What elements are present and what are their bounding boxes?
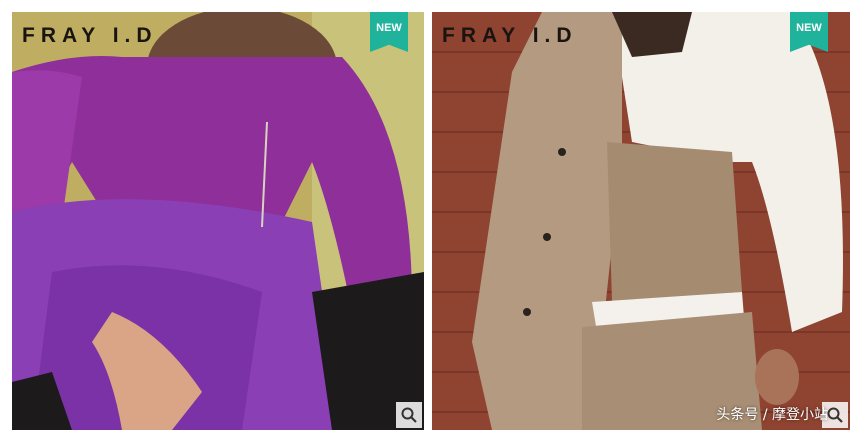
- product-card-right[interactable]: FRAY I.D NEW 头条号 / 摩登小站: [432, 12, 850, 430]
- watermark: 头条号 / 摩登小站: [716, 407, 828, 423]
- brand-logo: FRAY I.D: [22, 24, 158, 47]
- search-icon: [827, 407, 843, 423]
- search-icon: [401, 407, 417, 423]
- zoom-button[interactable]: [396, 402, 422, 428]
- product-card-left[interactable]: FRAY I.D NEW: [12, 12, 424, 430]
- product-photo-plaid-outfit: [432, 12, 850, 430]
- product-photo-purple-outfit: [12, 12, 424, 430]
- brand-logo: FRAY I.D: [442, 24, 578, 47]
